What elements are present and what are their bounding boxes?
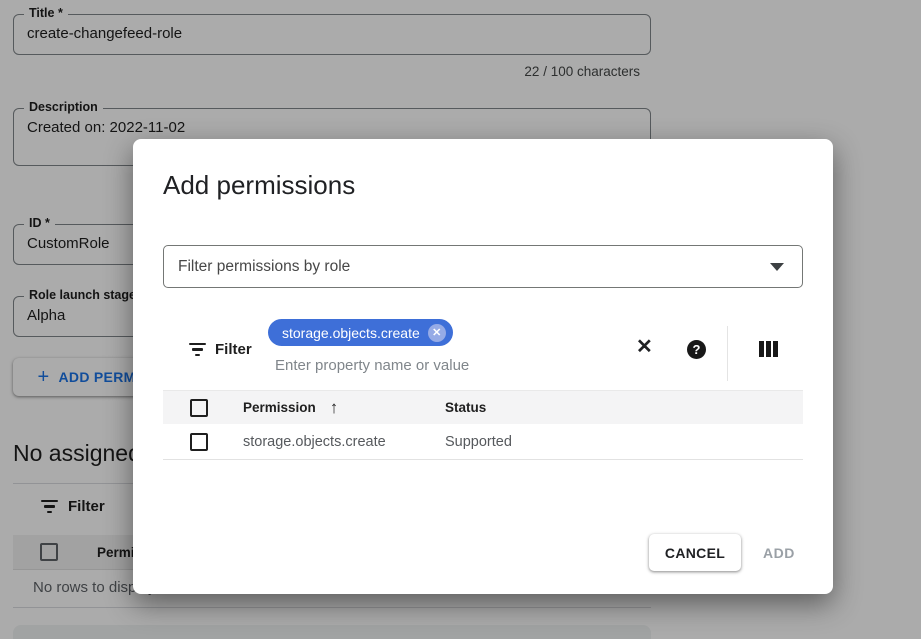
permission-column-header[interactable]: Permission	[243, 400, 316, 415]
help-icon[interactable]: ?	[687, 340, 706, 359]
dialog-filter-input[interactable]: Enter property name or value	[275, 357, 469, 374]
filter-icon	[188, 343, 206, 357]
table-row[interactable]: storage.objects.create Supported	[163, 424, 803, 460]
row-checkbox[interactable]	[190, 433, 208, 451]
add-permissions-dialog: Add permissions Filter permissions by ro…	[133, 139, 833, 594]
column-display-options-icon[interactable]	[759, 341, 778, 357]
permission-cell: storage.objects.create	[243, 434, 386, 450]
dialog-filter-toolbar: Filter storage.objects.create ✕ Enter pr…	[163, 318, 803, 388]
clear-filters-icon[interactable]: ✕	[636, 337, 653, 357]
dialog-permissions-table: Permission ↑ Status storage.objects.crea…	[163, 390, 803, 460]
cancel-button[interactable]: CANCEL	[649, 534, 741, 571]
dialog-filter-label: Filter	[215, 341, 252, 358]
toolbar-divider	[727, 326, 728, 381]
dialog-filter-label-group: Filter	[188, 341, 252, 358]
dialog-title: Add permissions	[163, 170, 355, 201]
filter-chip-label: storage.objects.create	[282, 325, 420, 341]
status-column-header[interactable]: Status	[445, 400, 486, 415]
create-role-page: Title * create-changefeed-role 22 / 100 …	[0, 0, 921, 639]
chevron-down-icon	[770, 263, 784, 271]
chip-remove-icon[interactable]: ✕	[428, 324, 446, 342]
dialog-table-header: Permission ↑ Status	[163, 390, 803, 424]
role-filter-placeholder: Filter permissions by role	[178, 258, 350, 276]
select-all-checkbox[interactable]	[190, 399, 208, 417]
add-button[interactable]: ADD	[763, 534, 795, 571]
filter-chip[interactable]: storage.objects.create ✕	[268, 319, 453, 346]
status-cell: Supported	[445, 434, 512, 450]
role-filter-dropdown[interactable]: Filter permissions by role	[163, 245, 803, 288]
sort-ascending-icon[interactable]: ↑	[330, 398, 339, 418]
